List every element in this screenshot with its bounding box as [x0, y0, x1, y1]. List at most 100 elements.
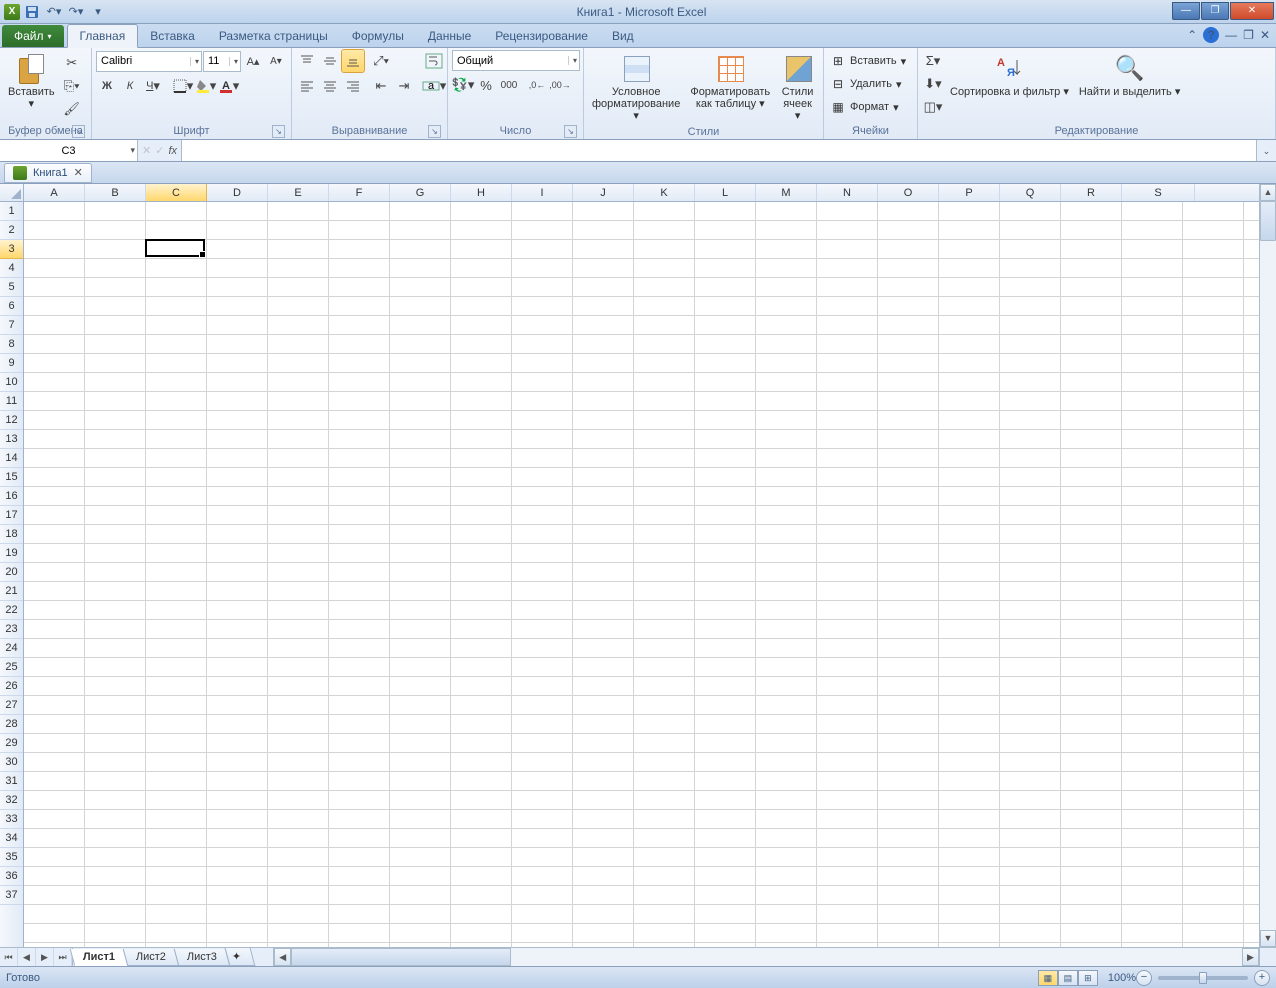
column-header[interactable]: L: [695, 184, 756, 201]
comma-format-button[interactable]: 000: [498, 74, 520, 96]
row-header[interactable]: 34: [0, 829, 23, 848]
increase-indent-button[interactable]: ⇥: [393, 75, 415, 97]
row-header[interactable]: 8: [0, 335, 23, 354]
scroll-right-button[interactable]: ▶: [1242, 948, 1259, 966]
name-box[interactable]: ▾: [0, 140, 138, 161]
expand-formula-bar-button[interactable]: ⌄: [1256, 140, 1276, 161]
column-header[interactable]: H: [451, 184, 512, 201]
insert-function-button[interactable]: fx: [168, 145, 177, 157]
align-right-button[interactable]: [342, 75, 364, 97]
zoom-slider-knob[interactable]: [1199, 972, 1207, 984]
row-header[interactable]: 5: [0, 278, 23, 297]
borders-button[interactable]: ▾: [172, 75, 194, 97]
column-header[interactable]: S: [1122, 184, 1195, 201]
increase-decimal-button[interactable]: ,0←: [526, 74, 548, 96]
column-header[interactable]: J: [573, 184, 634, 201]
row-header[interactable]: 7: [0, 316, 23, 335]
number-dialog-launcher[interactable]: ↘: [564, 125, 577, 138]
clipboard-dialog-launcher[interactable]: ↘: [72, 125, 85, 138]
find-select-button[interactable]: 🔍 Найти и выделить ▾: [1075, 50, 1184, 100]
close-button[interactable]: ✕: [1230, 2, 1274, 20]
row-header[interactable]: 29: [0, 734, 23, 753]
horizontal-scrollbar[interactable]: ◀ ▶: [273, 948, 1259, 966]
row-header[interactable]: 2: [0, 221, 23, 240]
column-header[interactable]: O: [878, 184, 939, 201]
column-header[interactable]: G: [390, 184, 451, 201]
redo-button[interactable]: ↷▾: [66, 2, 86, 22]
tab-page-layout[interactable]: Разметка страницы: [207, 25, 340, 47]
fill-button[interactable]: ⬇▾: [922, 73, 944, 95]
row-header[interactable]: 6: [0, 297, 23, 316]
column-header[interactable]: M: [756, 184, 817, 201]
font-dialog-launcher[interactable]: ↘: [272, 125, 285, 138]
column-header[interactable]: P: [939, 184, 1000, 201]
row-header[interactable]: 9: [0, 354, 23, 373]
wrap-text-button[interactable]: [421, 50, 447, 72]
format-as-table-button[interactable]: Форматировать как таблицу ▾: [686, 50, 774, 112]
row-header[interactable]: 17: [0, 506, 23, 525]
fill-color-button[interactable]: ▾: [195, 75, 217, 97]
page-layout-view-button[interactable]: ▤: [1058, 970, 1078, 986]
row-header[interactable]: 30: [0, 753, 23, 772]
page-break-view-button[interactable]: ⊞: [1078, 970, 1098, 986]
row-header[interactable]: 28: [0, 715, 23, 734]
column-header[interactable]: A: [24, 184, 85, 201]
align-top-button[interactable]: [296, 50, 318, 72]
italic-button[interactable]: К: [119, 75, 141, 97]
row-header[interactable]: 10: [0, 373, 23, 392]
clear-button[interactable]: ◫▾: [922, 96, 944, 118]
workbook-tab[interactable]: Книга1 ✕: [4, 163, 92, 183]
row-header[interactable]: 15: [0, 468, 23, 487]
insert-cells-button[interactable]: ⊞Вставить ▾: [828, 50, 913, 72]
sheet-nav-prev[interactable]: ◀: [18, 948, 36, 966]
row-header[interactable]: 12: [0, 411, 23, 430]
name-box-input[interactable]: [0, 145, 137, 157]
scroll-up-button[interactable]: ▲: [1260, 184, 1276, 201]
mdi-minimize-button[interactable]: —: [1225, 28, 1237, 42]
row-header[interactable]: 33: [0, 810, 23, 829]
align-center-button[interactable]: [319, 75, 341, 97]
autosum-button[interactable]: Σ▾: [922, 50, 944, 72]
column-header[interactable]: D: [207, 184, 268, 201]
tab-view[interactable]: Вид: [600, 25, 646, 47]
scroll-down-button[interactable]: ▼: [1260, 930, 1276, 947]
align-middle-button[interactable]: [319, 50, 341, 72]
mdi-restore-button[interactable]: ❐: [1243, 28, 1254, 42]
row-header[interactable]: 13: [0, 430, 23, 449]
font-name-combo[interactable]: Calibri▾: [96, 51, 202, 72]
row-header[interactable]: 37: [0, 886, 23, 905]
horizontal-scroll-thumb[interactable]: [291, 948, 511, 966]
cancel-formula-button[interactable]: ✕: [142, 144, 151, 157]
row-header[interactable]: 32: [0, 791, 23, 810]
mdi-close-button[interactable]: ✕: [1260, 28, 1270, 42]
help-icon[interactable]: ?: [1203, 27, 1219, 43]
row-header[interactable]: 23: [0, 620, 23, 639]
tab-review[interactable]: Рецензирование: [483, 25, 600, 47]
percent-format-button[interactable]: %: [475, 74, 497, 96]
increase-font-button[interactable]: A▴: [242, 50, 264, 72]
row-header[interactable]: 25: [0, 658, 23, 677]
column-header[interactable]: I: [512, 184, 573, 201]
sheet-tab[interactable]: Лист2: [123, 949, 180, 966]
qat-customize-button[interactable]: ▾: [88, 2, 108, 22]
close-workbook-button[interactable]: ✕: [74, 166, 83, 179]
row-header[interactable]: 36: [0, 867, 23, 886]
alignment-dialog-launcher[interactable]: ↘: [428, 125, 441, 138]
column-header[interactable]: N: [817, 184, 878, 201]
sheet-nav-first[interactable]: ⏮: [0, 948, 18, 966]
row-header[interactable]: 1: [0, 202, 23, 221]
minimize-button[interactable]: —: [1172, 2, 1200, 20]
column-header[interactable]: Q: [1000, 184, 1061, 201]
column-header[interactable]: K: [634, 184, 695, 201]
zoom-out-button[interactable]: −: [1136, 970, 1152, 986]
decrease-decimal-button[interactable]: ,00→: [549, 74, 571, 96]
maximize-button[interactable]: ❐: [1201, 2, 1229, 20]
tab-file[interactable]: Файл: [2, 25, 64, 47]
sort-filter-button[interactable]: АЯ Сортировка и фильтр ▾: [946, 50, 1073, 100]
row-header[interactable]: 20: [0, 563, 23, 582]
tab-data[interactable]: Данные: [416, 25, 483, 47]
merge-center-button[interactable]: a▾: [421, 75, 447, 97]
cell-styles-button[interactable]: Стили ячеек ▾: [776, 50, 819, 124]
orientation-button[interactable]: ⤢▾: [370, 50, 392, 72]
row-header[interactable]: 35: [0, 848, 23, 867]
